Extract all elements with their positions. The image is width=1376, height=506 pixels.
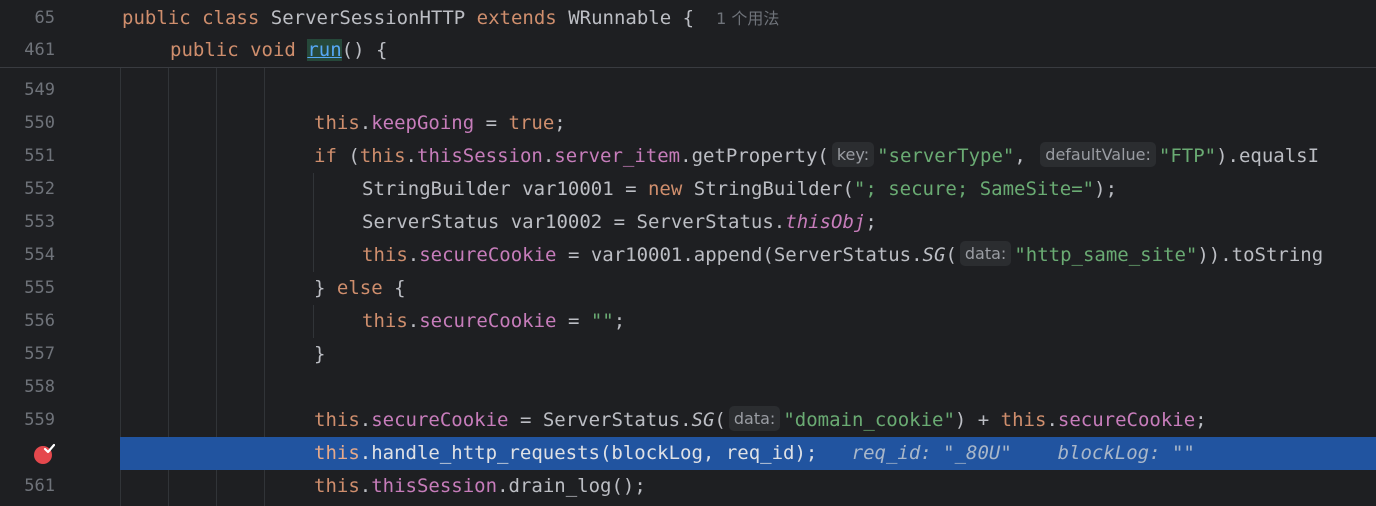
code-text: ServerStatus var10002 = ServerStatus.thi… bbox=[362, 211, 877, 233]
code-line-561[interactable]: 561 this.thisSession.drain_log(); bbox=[0, 470, 1376, 503]
code-line-551[interactable]: 551 if (this.thisSession.server_item.get… bbox=[0, 140, 1376, 173]
code-editor[interactable]: 65 public class ServerSessionHTTP extend… bbox=[0, 0, 1376, 506]
code-text: public class ServerSessionHTTP extends W… bbox=[122, 7, 780, 29]
line-number: 558 bbox=[24, 377, 55, 397]
code-text: this.secureCookie = var10001.append(Serv… bbox=[362, 239, 1323, 272]
code-text: public void run() { bbox=[170, 39, 388, 61]
class-name: ServerSessionHTTP bbox=[270, 7, 466, 29]
code-line-555[interactable]: 555 } else { bbox=[0, 272, 1376, 305]
method-name-run: run bbox=[307, 39, 342, 61]
code-line-558[interactable]: 558 bbox=[0, 371, 1376, 404]
code-text: this.secureCookie = ""; bbox=[362, 310, 626, 332]
param-hint-data: data: bbox=[728, 406, 781, 431]
line-number: 561 bbox=[24, 476, 55, 496]
code-line-554[interactable]: 554 this.secureCookie = var10001.append(… bbox=[0, 239, 1376, 272]
line-number: 554 bbox=[24, 245, 55, 265]
code-text: } bbox=[314, 343, 326, 365]
line-number: 557 bbox=[24, 344, 55, 364]
code-text: this.keepGoing = true; bbox=[314, 112, 566, 134]
breakpoint-hit-icon[interactable] bbox=[33, 443, 55, 465]
code-line-560[interactable]: this.handle_http_requests(blockLog, req_… bbox=[0, 437, 1376, 470]
code-line-557[interactable]: 557 } bbox=[0, 338, 1376, 371]
param-hint-key: key: bbox=[831, 142, 875, 167]
code-line-552[interactable]: 552 StringBuilder var10001 = new StringB… bbox=[0, 173, 1376, 206]
line-number: 556 bbox=[24, 311, 55, 331]
sticky-scroll-header[interactable]: 65 public class ServerSessionHTTP extend… bbox=[0, 0, 1376, 68]
code-text: this.handle_http_requests(blockLog, req_… bbox=[314, 442, 1195, 464]
code-line-556[interactable]: 556 this.secureCookie = ""; bbox=[0, 305, 1376, 338]
sticky-line-461[interactable]: 461 public void run() { bbox=[0, 34, 1376, 67]
line-number: 552 bbox=[24, 179, 55, 199]
param-hint-data: data: bbox=[959, 241, 1012, 266]
inline-debug-value: req_id: "_80U" bbox=[851, 442, 1012, 464]
code-text: } else { bbox=[314, 277, 406, 299]
code-text: StringBuilder var10001 = new StringBuild… bbox=[362, 178, 1118, 200]
code-text: this.secureCookie = ServerStatus.SG(data… bbox=[314, 404, 1207, 437]
line-number: 65 bbox=[34, 8, 55, 28]
code-line-549[interactable]: 549 bbox=[0, 74, 1376, 107]
usages-hint[interactable]: 1 个用法 bbox=[716, 9, 779, 28]
line-number: 461 bbox=[24, 40, 55, 60]
code-line-559[interactable]: 559 this.secureCookie = ServerStatus.SG(… bbox=[0, 404, 1376, 437]
code-text: if (this.thisSession.server_item.getProp… bbox=[314, 140, 1319, 173]
line-number: 553 bbox=[24, 212, 55, 232]
line-number: 559 bbox=[24, 410, 55, 430]
inline-debug-value: blockLog: "" bbox=[1057, 442, 1195, 464]
param-hint-defaultvalue: defaultValue: bbox=[1040, 142, 1156, 167]
code-line-550[interactable]: 550 this.keepGoing = true; bbox=[0, 107, 1376, 140]
code-text: this.thisSession.drain_log(); bbox=[314, 475, 646, 497]
line-number: 555 bbox=[24, 278, 55, 298]
code-line-553[interactable]: 553 ServerStatus var10002 = ServerStatus… bbox=[0, 206, 1376, 239]
sticky-line-65[interactable]: 65 public class ServerSessionHTTP extend… bbox=[0, 2, 1376, 35]
